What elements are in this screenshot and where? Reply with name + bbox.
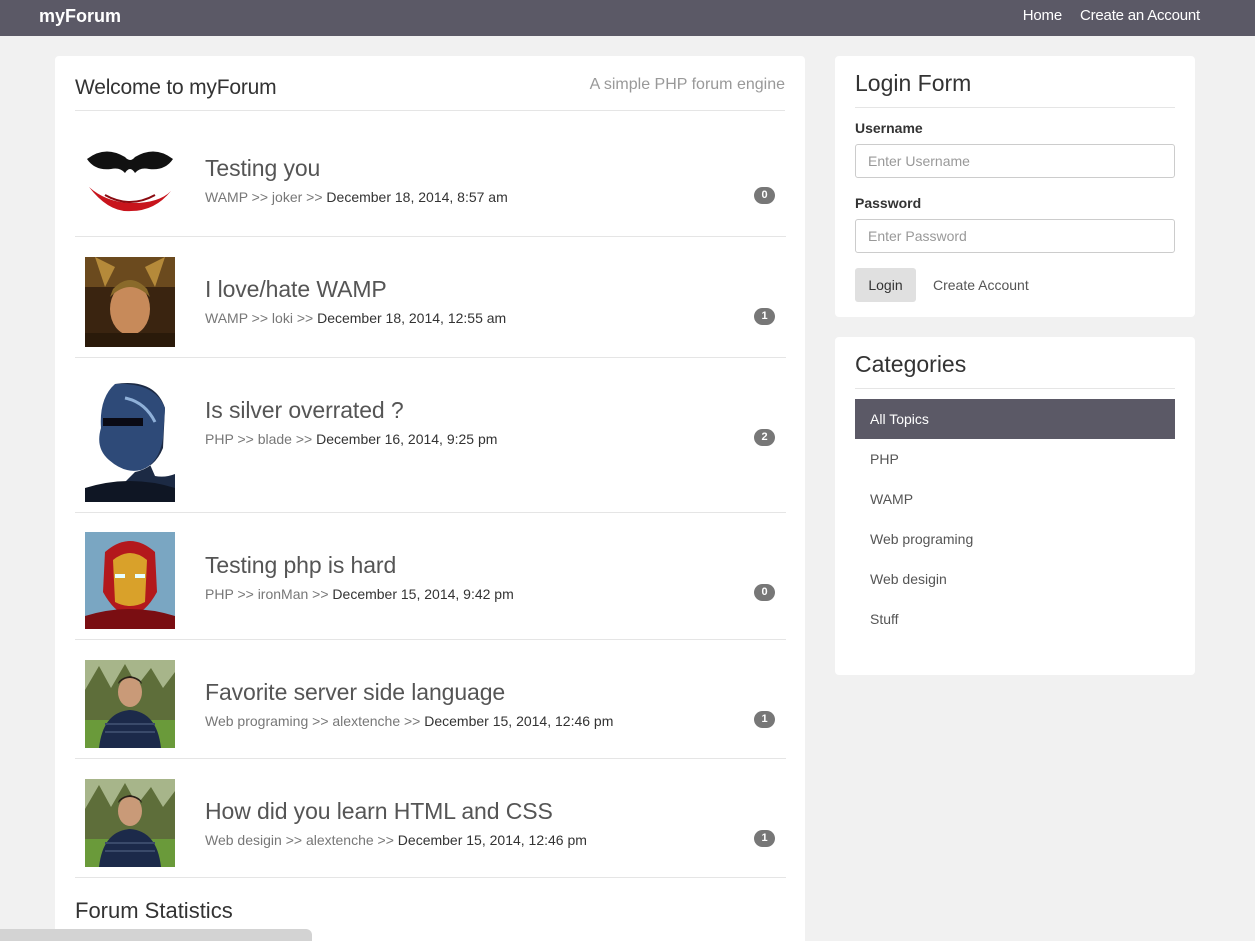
forum-statistics-heading: Forum Statistics — [75, 898, 233, 923]
reply-count-badge: 0 — [754, 584, 775, 601]
meta-separator: >> — [251, 189, 272, 205]
category-item-php[interactable]: PHP — [855, 439, 1175, 479]
topics-header: Welcome to myForum A simple PHP forum en… — [75, 56, 785, 111]
username-input[interactable] — [855, 144, 1175, 178]
nav-create-account-link[interactable]: Create an Account — [1080, 7, 1200, 24]
meta-separator: >> — [404, 713, 425, 729]
reply-count-badge: 1 — [754, 830, 775, 847]
topics-panel: Welcome to myForum A simple PHP forum en… — [55, 56, 805, 941]
horizontal-scrollbar[interactable] — [0, 929, 312, 941]
meta-separator: >> — [251, 310, 272, 326]
meta-separator: >> — [237, 431, 258, 447]
topic-title-link[interactable]: I love/hate WAMP — [205, 276, 387, 303]
topic-date: December 18, 2014, 8:57 am — [326, 189, 508, 205]
reply-count-badge: 1 — [754, 308, 775, 325]
topic-title-link[interactable]: Favorite server side language — [205, 679, 505, 706]
topic-item: Testing you WAMP >> joker >> December 18… — [75, 111, 786, 237]
topic-author-link[interactable]: blade — [258, 431, 292, 447]
topic-author-link[interactable]: alextenche — [332, 713, 400, 729]
topic-meta: PHP >> ironMan >> December 15, 2014, 9:4… — [205, 586, 514, 602]
password-label: Password — [855, 195, 922, 211]
create-account-link[interactable]: Create Account — [933, 277, 1029, 293]
topic-date: December 15, 2014, 12:46 pm — [397, 832, 587, 848]
loki-avatar — [85, 257, 175, 347]
meta-separator: >> — [312, 586, 333, 602]
photo-avatar — [85, 779, 175, 867]
page-subtitle: A simple PHP forum engine — [589, 76, 785, 93]
category-item-stuff[interactable]: Stuff — [855, 599, 1175, 639]
photo-avatar — [85, 660, 175, 748]
category-list: All Topics PHP WAMP Web programing Web d… — [855, 399, 1175, 639]
topic-item: Testing php is hard PHP >> ironMan >> De… — [75, 513, 786, 640]
topic-meta: WAMP >> joker >> December 18, 2014, 8:57… — [205, 189, 508, 205]
nav-links: Home Create an Account — [1023, 7, 1200, 24]
meta-separator: >> — [377, 832, 398, 848]
category-item-wamp[interactable]: WAMP — [855, 479, 1175, 519]
topic-category-link[interactable]: WAMP — [205, 189, 248, 205]
meta-separator: >> — [306, 189, 327, 205]
meta-separator: >> — [237, 586, 258, 602]
topic-date: December 15, 2014, 9:42 pm — [332, 586, 514, 602]
reply-count-badge: 2 — [754, 429, 775, 446]
topic-meta: Web desigin >> alextenche >> December 15… — [205, 832, 587, 848]
meta-separator: >> — [312, 713, 333, 729]
topic-title-link[interactable]: Testing php is hard — [205, 552, 396, 579]
categories-panel: Categories All Topics PHP WAMP Web progr… — [835, 337, 1195, 675]
topic-date: December 15, 2014, 12:46 pm — [424, 713, 614, 729]
topic-date: December 16, 2014, 9:25 pm — [316, 431, 498, 447]
topic-item: How did you learn HTML and CSS Web desig… — [75, 759, 786, 878]
category-item-web-programing[interactable]: Web programing — [855, 519, 1175, 559]
joker-avatar — [85, 137, 175, 215]
topic-author-link[interactable]: alextenche — [306, 832, 374, 848]
login-button[interactable]: Login — [855, 268, 916, 302]
meta-separator: >> — [296, 310, 318, 326]
meta-separator: >> — [285, 832, 306, 848]
meta-separator: >> — [295, 431, 317, 447]
login-form-heading: Login Form — [855, 70, 1175, 108]
topic-category-link[interactable]: PHP — [205, 431, 234, 447]
topic-meta: PHP >> blade >> December 16, 2014, 9:25 … — [205, 431, 497, 447]
username-label: Username — [855, 120, 923, 136]
topic-item: Is silver overrated ? PHP >> blade >> De… — [75, 358, 786, 513]
page-title: Welcome to myForum — [75, 76, 277, 99]
nav-home-link[interactable]: Home — [1023, 7, 1062, 24]
topic-category-link[interactable]: Web desigin — [205, 832, 282, 848]
topic-meta: Web programing >> alextenche >> December… — [205, 713, 613, 729]
topic-item: I love/hate WAMP WAMP >> loki >> Decembe… — [75, 237, 786, 358]
login-panel: Login Form Username Password Login Creat… — [835, 56, 1195, 317]
category-item-web-desigin[interactable]: Web desigin — [855, 559, 1175, 599]
topic-title-link[interactable]: Is silver overrated ? — [205, 397, 404, 424]
reply-count-badge: 1 — [754, 711, 775, 728]
topic-title-link[interactable]: Testing you — [205, 155, 320, 182]
topic-date: December 18, 2014, 12:55 am — [317, 310, 507, 326]
blade-avatar — [85, 378, 175, 502]
topic-item: Favorite server side language Web progra… — [75, 640, 786, 759]
topic-author-link[interactable]: loki — [272, 310, 293, 326]
topic-author-link[interactable]: joker — [272, 189, 302, 205]
brand-link[interactable]: myForum — [39, 6, 121, 27]
topic-category-link[interactable]: WAMP — [205, 310, 248, 326]
password-input[interactable] — [855, 219, 1175, 253]
reply-count-badge: 0 — [754, 187, 775, 204]
topic-title-link[interactable]: How did you learn HTML and CSS — [205, 798, 553, 825]
topic-category-link[interactable]: Web programing — [205, 713, 308, 729]
ironman-avatar — [85, 532, 175, 629]
navbar: myForum Home Create an Account — [0, 0, 1255, 36]
topic-category-link[interactable]: PHP — [205, 586, 234, 602]
topic-author-link[interactable]: ironMan — [258, 586, 309, 602]
category-item-all-topics[interactable]: All Topics — [855, 399, 1175, 439]
categories-heading: Categories — [855, 351, 1175, 389]
topic-meta: WAMP >> loki >> December 18, 2014, 12:55… — [205, 310, 506, 326]
